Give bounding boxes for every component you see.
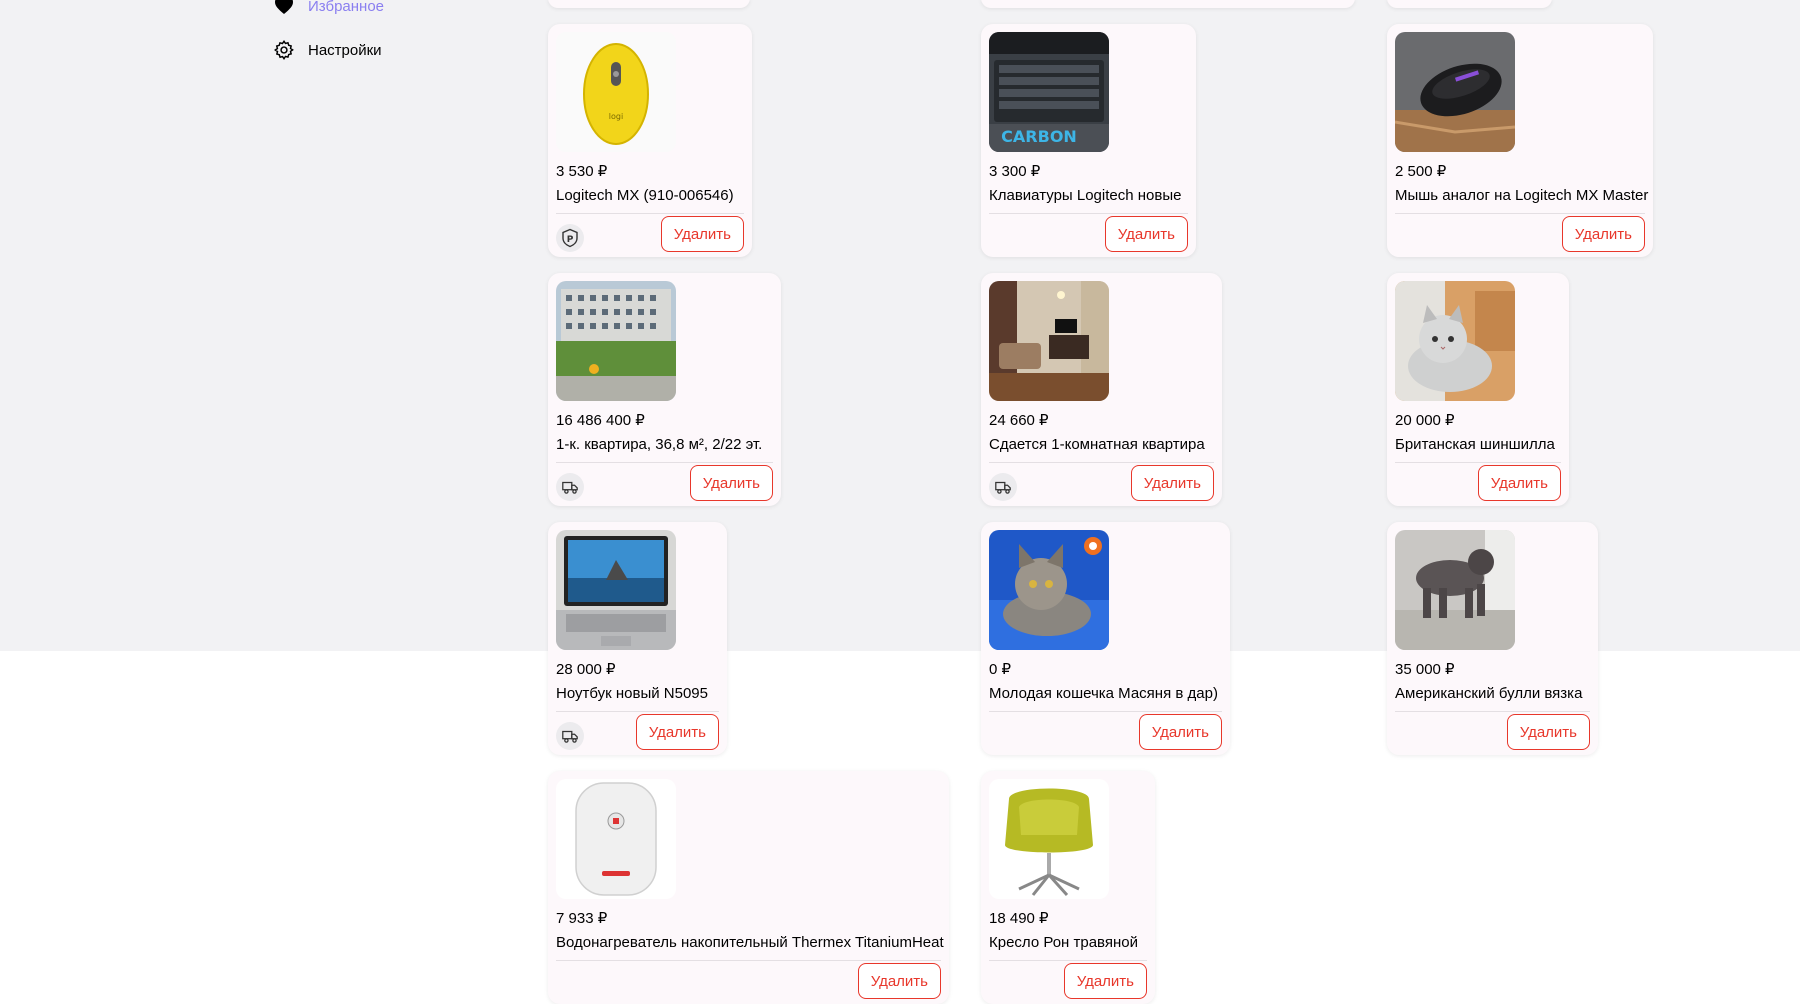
- item-price: 3 300 ₽: [989, 163, 1041, 180]
- truck-icon: [989, 473, 1017, 501]
- product-image[interactable]: [556, 281, 676, 401]
- product-image[interactable]: [989, 779, 1109, 899]
- favorite-card[interactable]: 20 000 ₽ Британская шиншилла Удалить: [1387, 273, 1569, 506]
- sidebar-item-settings[interactable]: Настройки: [272, 38, 382, 62]
- favorite-card[interactable]: 18 490 ₽ Кресло Рон травяной Удалить: [981, 771, 1155, 1004]
- item-price: 28 000 ₽: [556, 661, 616, 678]
- item-title[interactable]: Британская шиншилла: [1395, 436, 1561, 454]
- delete-button[interactable]: Удалить: [1104, 216, 1188, 252]
- item-title[interactable]: Американский булли вязка: [1395, 685, 1590, 703]
- favorite-card[interactable]: 2 500 ₽ Мышь аналог на Logitech MX Maste…: [1387, 24, 1653, 257]
- gear-icon: [272, 38, 296, 62]
- product-image[interactable]: [1395, 530, 1515, 650]
- svg-text:CARBON: CARBON: [1001, 127, 1077, 146]
- product-image[interactable]: [556, 530, 676, 650]
- delete-button[interactable]: Удалить: [857, 963, 941, 999]
- sidebar-item-favorites[interactable]: Избранное: [272, 0, 384, 18]
- favorite-card[interactable]: logi 3 530 ₽ Logitech MX (910-006546) P …: [548, 24, 752, 257]
- divider: [989, 960, 1147, 961]
- divider: [989, 462, 1214, 463]
- delete-button[interactable]: Удалить: [635, 714, 719, 750]
- card-partial: [981, 0, 1355, 8]
- item-title[interactable]: 1-к. квартира, 36,8 м², 2/22 эт.: [556, 436, 773, 454]
- product-image[interactable]: [989, 281, 1109, 401]
- product-image[interactable]: CARBON: [989, 32, 1109, 152]
- product-image[interactable]: [556, 779, 676, 899]
- item-title[interactable]: Сдается 1-комнатная квартира: [989, 436, 1214, 454]
- truck-icon: [556, 473, 584, 501]
- heart-icon: [272, 0, 296, 18]
- item-price: 20 000 ₽: [1395, 412, 1455, 429]
- item-price: 0 ₽: [989, 661, 1012, 678]
- delete-button[interactable]: Удалить: [1063, 963, 1147, 999]
- delete-button[interactable]: Удалить: [1138, 714, 1222, 750]
- divider: [556, 462, 773, 463]
- favorite-card[interactable]: 7 933 ₽ Водонагреватель накопительный Th…: [548, 771, 949, 1004]
- item-title[interactable]: Кресло Рон травяной: [989, 934, 1147, 952]
- delete-button[interactable]: Удалить: [1477, 465, 1561, 501]
- item-price: 3 530 ₽: [556, 163, 608, 180]
- favorite-card[interactable]: 24 660 ₽ Сдается 1-комнатная квартира Уд…: [981, 273, 1222, 506]
- sidebar-item-label: Избранное: [308, 0, 385, 15]
- delete-button[interactable]: Удалить: [1506, 714, 1590, 750]
- favorite-card[interactable]: CARBON 3 300 ₽ Клавиатуры Logitech новые…: [981, 24, 1196, 257]
- favorite-card[interactable]: 28 000 ₽ Ноутбук новый N5095 Удалить: [548, 522, 727, 755]
- item-title[interactable]: Водонагреватель накопительный Thermex Ti…: [556, 934, 944, 952]
- divider: [989, 711, 1222, 712]
- product-image[interactable]: [1395, 281, 1515, 401]
- delete-button[interactable]: Удалить: [689, 465, 773, 501]
- item-title[interactable]: Logitech MX (910-006546): [556, 187, 744, 205]
- divider: [1395, 462, 1561, 463]
- delete-button[interactable]: Удалить: [660, 216, 744, 252]
- divider: [556, 960, 941, 961]
- item-price: 18 490 ₽: [989, 910, 1049, 927]
- divider: [989, 213, 1188, 214]
- svg-text:P: P: [567, 235, 574, 245]
- card-partial: [548, 0, 750, 8]
- item-price: 2 500 ₽: [1395, 163, 1447, 180]
- divider: [1395, 213, 1645, 214]
- divider: [1395, 711, 1590, 712]
- product-image[interactable]: [989, 530, 1109, 650]
- delete-button[interactable]: Удалить: [1130, 465, 1214, 501]
- item-price: 35 000 ₽: [1395, 661, 1455, 678]
- svg-text:logi: logi: [609, 112, 623, 121]
- favorite-card[interactable]: 16 486 400 ₽ 1-к. квартира, 36,8 м², 2/2…: [548, 273, 781, 506]
- card-partial: [1387, 0, 1552, 8]
- item-title[interactable]: Мышь аналог на Logitech MX Master: [1395, 187, 1648, 205]
- favorite-card[interactable]: 0 ₽ Молодая кошечка Масяня в дар) Удалит…: [981, 522, 1230, 755]
- item-price: 16 486 400 ₽: [556, 412, 645, 429]
- sidebar-item-label: Настройки: [308, 41, 382, 59]
- truck-icon: [556, 722, 584, 750]
- item-title[interactable]: Молодая кошечка Масяня в дар): [989, 685, 1222, 703]
- divider: [556, 213, 744, 214]
- divider: [556, 711, 719, 712]
- product-image[interactable]: [1395, 32, 1515, 152]
- favorite-card[interactable]: 35 000 ₽ Американский булли вязка Удалит…: [1387, 522, 1598, 755]
- product-image[interactable]: logi: [556, 32, 676, 152]
- delete-button[interactable]: Удалить: [1561, 216, 1645, 252]
- item-title[interactable]: Клавиатуры Logitech новые: [989, 187, 1188, 205]
- item-title[interactable]: Ноутбук новый N5095: [556, 685, 719, 703]
- item-price: 24 660 ₽: [989, 412, 1049, 429]
- p-icon: P: [556, 224, 584, 252]
- item-price: 7 933 ₽: [556, 910, 608, 927]
